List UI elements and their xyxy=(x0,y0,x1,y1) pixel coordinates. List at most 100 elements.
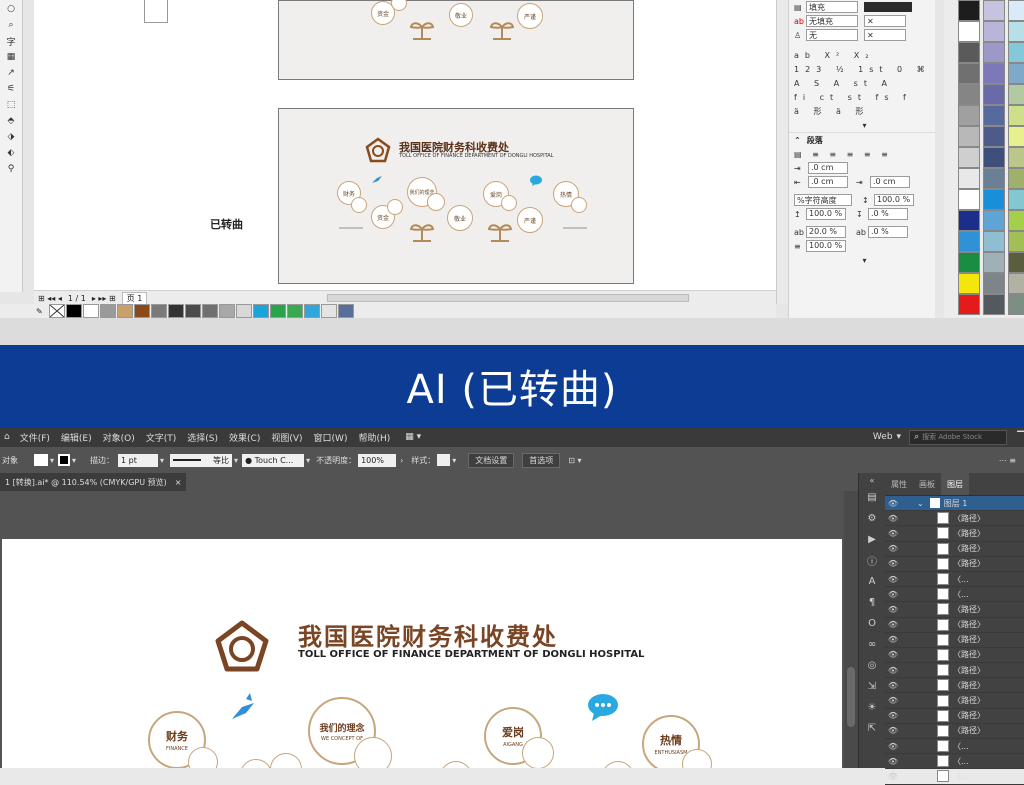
brush-chevron-icon[interactable]: ▾ xyxy=(306,456,310,465)
palette-swatch[interactable] xyxy=(983,105,1005,126)
eyedropper-icon[interactable]: ✎ xyxy=(36,307,43,316)
eye-icon[interactable]: 👁 xyxy=(885,544,901,553)
expand-arrow-icon[interactable]: ▾ xyxy=(789,118,935,132)
layer-row[interactable]: 👁 〈路径〉 xyxy=(885,633,1024,648)
layer-row[interactable]: 👁 〈路径〉 xyxy=(885,511,1024,527)
color-swatch[interactable] xyxy=(65,304,82,318)
char-style-row-4[interactable]: fi ct st fs f xyxy=(789,90,935,104)
outline-color-swatch[interactable]: ✕ xyxy=(864,29,906,41)
word-spacing-input[interactable]: 100.0 % xyxy=(806,240,846,252)
arrange-docs-icon[interactable]: ▦ ▾ xyxy=(405,432,421,442)
color-swatch[interactable] xyxy=(184,304,201,318)
page-nav-next-icons[interactable]: ▸ ▸▸ ⊞ xyxy=(92,294,116,303)
menu-item[interactable]: 帮助(H) xyxy=(358,431,390,444)
palette-swatch[interactable] xyxy=(958,126,980,147)
after-para-input[interactable]: .0 % xyxy=(868,208,908,220)
tab-artboards[interactable]: 画板 xyxy=(913,473,941,495)
palette-swatch[interactable] xyxy=(983,84,1005,105)
eye-icon[interactable]: 👁 xyxy=(885,726,901,735)
color-swatch[interactable] xyxy=(133,304,150,318)
eye-icon[interactable]: 👁 xyxy=(885,620,901,629)
stroke-profile-dropdown[interactable]: 等比 xyxy=(170,453,233,467)
menu-item[interactable]: 文件(F) xyxy=(20,431,50,444)
menu-item[interactable]: 选择(S) xyxy=(187,431,218,444)
home-icon[interactable]: ⌂ xyxy=(4,432,10,442)
color-swatch[interactable] xyxy=(303,304,320,318)
before-para-input[interactable]: 100.0 % xyxy=(806,208,846,220)
design-card-top[interactable]: 资金 敬业 严谨 xyxy=(278,0,634,80)
table-tool-icon[interactable]: ▦ xyxy=(4,50,18,64)
design-card-main[interactable]: 我国医院财务科收费处 TOLL OFFICE OF FINANCE DEPART… xyxy=(278,108,634,284)
ai-vertical-scrollbar[interactable] xyxy=(844,491,858,768)
palette-swatch[interactable] xyxy=(983,252,1005,273)
palette-swatch[interactable] xyxy=(958,294,980,315)
eye-icon[interactable]: 👁 xyxy=(885,696,901,705)
color-swatch[interactable] xyxy=(116,304,133,318)
palette-swatch[interactable] xyxy=(983,189,1005,210)
collapse-panels-icon[interactable]: « xyxy=(859,473,885,487)
layers-icon[interactable]: ◎ xyxy=(859,655,885,676)
opacity-input[interactable]: 100% xyxy=(358,453,397,467)
palette-swatch[interactable] xyxy=(1008,84,1024,105)
zoom-tool-icon[interactable]: ⌕ xyxy=(4,18,18,32)
palette-swatch[interactable] xyxy=(1008,105,1024,126)
color-swatch[interactable] xyxy=(320,304,337,318)
palette-swatch[interactable] xyxy=(983,21,1005,42)
eye-icon[interactable]: 👁 xyxy=(885,742,901,751)
layer-row[interactable]: 👁 〈路径〉 xyxy=(885,678,1024,694)
artboard[interactable]: 我国医院财务科收费处 TOLL OFFICE OF FINANCE DEPART… xyxy=(2,539,842,768)
paragraph-section-header[interactable]: ⌃ 段落 xyxy=(789,132,935,147)
lang-spacing-input[interactable]: .0 % xyxy=(868,226,908,238)
color-swatch[interactable] xyxy=(218,304,235,318)
tab-layers[interactable]: 图层 xyxy=(941,473,969,495)
palette-swatch[interactable] xyxy=(1008,168,1024,189)
layer-row[interactable]: 👁 〈路径〉 xyxy=(885,602,1024,618)
layer-row[interactable]: 👁 〈路径〉 xyxy=(885,648,1024,664)
dimension-tool-icon[interactable]: ↗ xyxy=(4,66,18,80)
preferences-button[interactable]: 首选项 xyxy=(522,452,561,468)
palette-swatch[interactable] xyxy=(1008,0,1024,21)
eye-icon[interactable]: 👁 xyxy=(885,499,901,508)
opacity-chevron-icon[interactable]: › xyxy=(400,456,403,465)
eye-icon[interactable]: 👁 xyxy=(885,772,901,781)
stroke-weight-input[interactable]: 1 pt xyxy=(118,453,159,467)
graphic-style-swatch[interactable] xyxy=(437,454,451,466)
palette-swatch[interactable] xyxy=(958,252,980,273)
transparency-tool-icon[interactable]: ⬘ xyxy=(4,114,18,128)
tab-properties[interactable]: 属性 xyxy=(885,473,913,495)
opentype-icon[interactable]: O xyxy=(859,613,885,634)
stroke-weight-chevron-icon[interactable]: ▾ xyxy=(160,456,164,465)
palette-swatch[interactable] xyxy=(1008,252,1024,273)
eye-icon[interactable]: 👁 xyxy=(885,681,901,690)
menu-item[interactable]: 对象(O) xyxy=(103,431,135,444)
eye-icon[interactable]: 👁 xyxy=(885,635,901,644)
layer-row[interactable]: 👁 〈路径〉 xyxy=(885,709,1024,724)
link-icon[interactable]: ∞ xyxy=(859,634,885,655)
workspace-chevron-icon[interactable]: ▾ xyxy=(897,432,902,442)
char-style-row-1[interactable]: ab X² X₂ xyxy=(789,48,935,62)
palette-swatch[interactable] xyxy=(983,210,1005,231)
palette-swatch[interactable] xyxy=(958,84,980,105)
color-swatch[interactable] xyxy=(167,304,184,318)
palette-swatch[interactable] xyxy=(958,21,980,42)
gear-icon[interactable]: ⚙ xyxy=(859,508,885,529)
document-setup-button[interactable]: 文档设置 xyxy=(468,452,515,468)
color-swatch[interactable] xyxy=(235,304,252,318)
palette-swatch[interactable] xyxy=(958,273,980,294)
layer-row[interactable]: 👁 〈... xyxy=(885,587,1024,603)
layer-row[interactable]: 👁 〈路径〉 xyxy=(885,542,1024,557)
palette-swatch[interactable] xyxy=(958,231,980,252)
style-chevron-icon[interactable]: ▾ xyxy=(452,456,456,465)
brush-dropdown[interactable]: ● Touch C... xyxy=(242,453,305,467)
color-swatch[interactable] xyxy=(269,304,286,318)
workspace-switcher[interactable]: Web xyxy=(873,432,893,442)
color-swatch[interactable] xyxy=(337,304,354,318)
outline-dropdown[interactable]: 无 xyxy=(806,29,858,41)
palette-swatch[interactable] xyxy=(983,231,1005,252)
palette-swatch[interactable] xyxy=(983,168,1005,189)
first-indent-input[interactable]: .0 cm xyxy=(808,162,848,174)
text-tool-icon[interactable]: 字 xyxy=(4,34,18,48)
color-swatch[interactable] xyxy=(99,304,116,318)
stroke-swatch[interactable] xyxy=(58,454,71,466)
palette-swatch[interactable] xyxy=(958,0,980,21)
